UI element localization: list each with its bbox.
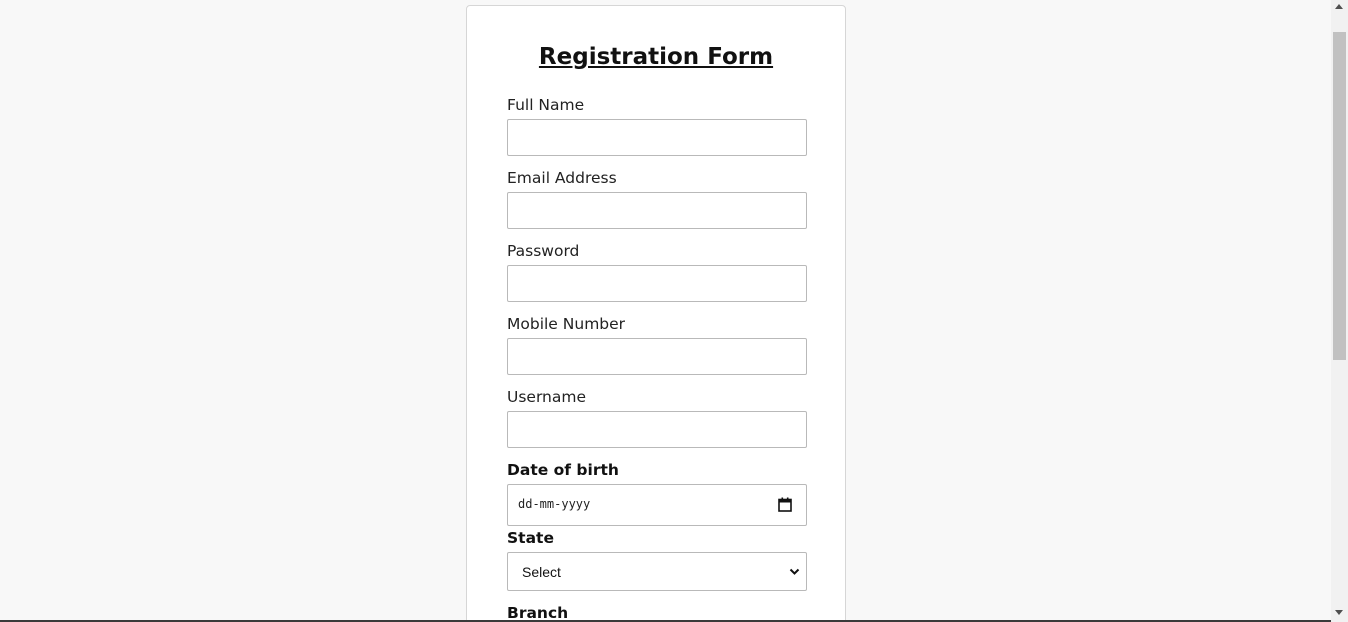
state-label: State <box>507 529 554 547</box>
full-name-input[interactable] <box>507 119 807 156</box>
calendar-icon[interactable] <box>778 497 792 512</box>
email-label: Email Address <box>507 169 617 187</box>
mobile-number-label: Mobile Number <box>507 315 626 333</box>
full-name-label: Full Name <box>507 96 585 114</box>
scroll-down-arrow-icon[interactable] <box>1335 610 1343 615</box>
registration-form-card: Registration Form Full Name Email Addres… <box>466 5 846 622</box>
mobile-number-input[interactable] <box>507 338 807 375</box>
state-selected-value: Select <box>522 564 561 580</box>
email-input[interactable] <box>507 192 807 229</box>
vertical-scrollbar[interactable] <box>1331 0 1348 622</box>
username-input[interactable] <box>507 411 807 448</box>
page: Registration Form Full Name Email Addres… <box>0 0 1348 622</box>
scroll-up-arrow-icon[interactable] <box>1335 4 1343 9</box>
username-label: Username <box>507 388 587 406</box>
date-of-birth-label: Date of birth <box>507 461 619 479</box>
date-of-birth-input[interactable]: dd-mm-yyyy <box>507 484 807 526</box>
password-label: Password <box>507 242 580 260</box>
state-select[interactable]: Select <box>507 552 807 591</box>
chevron-down-icon <box>789 568 800 575</box>
password-input[interactable] <box>507 265 807 302</box>
date-placeholder: dd-mm-yyyy <box>518 497 591 511</box>
scroll-thumb[interactable] <box>1333 32 1346 360</box>
form-title: Registration Form <box>538 44 774 70</box>
